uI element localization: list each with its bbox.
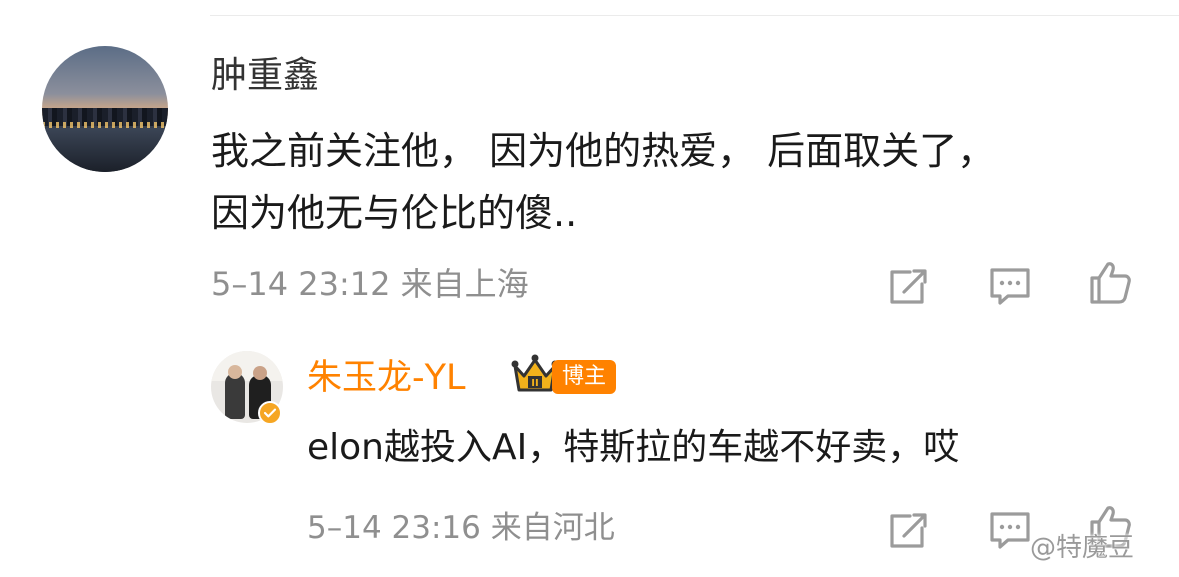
verified-badge-icon: [258, 401, 282, 425]
comment-meta: 5–14 23:12 来自上海: [211, 265, 529, 303]
crown-level: II: [531, 378, 538, 389]
watermark-text: @特魔豆: [1030, 533, 1135, 563]
like-icon[interactable]: [1086, 258, 1134, 306]
blogger-badge: 博主: [552, 360, 617, 394]
comment-text: 我之前关注他， 因为他的热爱， 后面取关了， 因为他无与伦比的傻..: [211, 120, 1141, 244]
comment-text-line-2: 因为他无与伦比的傻..: [211, 191, 578, 235]
reply-text: elon越投入AI，特斯拉的车越不好卖，哎: [307, 427, 960, 468]
comment-text-line-1: 我之前关注他， 因为他的热爱， 后面取关了，: [211, 129, 996, 173]
weibo-watermark: @特魔豆: [1030, 530, 1134, 566]
replier-name[interactable]: 朱玉龙-YL: [307, 354, 466, 402]
commenter-name[interactable]: 肿重鑫: [211, 52, 319, 100]
reply-meta: 5–14 23:16 来自河北: [307, 510, 615, 546]
top-divider: [210, 15, 1179, 16]
comment-icon[interactable]: [986, 262, 1034, 310]
commenter-avatar[interactable]: [42, 46, 168, 172]
repost-icon[interactable]: [884, 262, 932, 310]
repost-icon[interactable]: [884, 506, 932, 554]
comment-icon[interactable]: [986, 506, 1034, 554]
